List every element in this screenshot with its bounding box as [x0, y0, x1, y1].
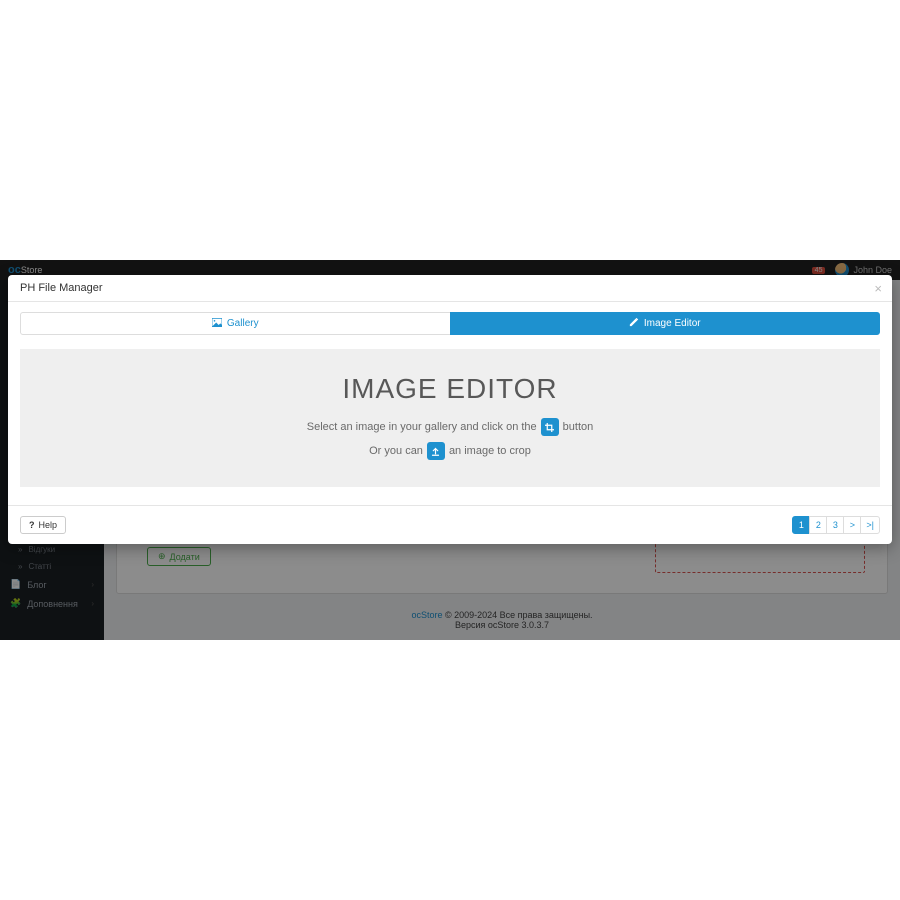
modal-body: Gallery Image Editor IMAGE EDITOR Select…	[8, 301, 892, 487]
crop-button[interactable]	[541, 418, 559, 436]
tab-bar: Gallery Image Editor	[20, 312, 880, 335]
modal-title: PH File Manager	[20, 282, 103, 294]
page-1[interactable]: 1	[792, 516, 810, 534]
upload-icon	[431, 447, 440, 456]
page-3[interactable]: 3	[826, 516, 844, 534]
backdrop: ocStore 45 John Doe »Файли для завантаже…	[0, 260, 900, 640]
edit-icon	[629, 317, 639, 330]
tab-label: Image Editor	[644, 318, 701, 329]
page-next[interactable]: >	[843, 516, 861, 534]
modal-footer: ? Help 1 2 3 > >|	[8, 505, 892, 544]
upload-button[interactable]	[427, 442, 445, 460]
editor-instruction-2: Or you can an image to crop	[369, 442, 531, 460]
close-icon: ×	[874, 281, 882, 296]
editor-heading: IMAGE EDITOR	[342, 373, 557, 405]
page-2[interactable]: 2	[809, 516, 827, 534]
help-button[interactable]: ? Help	[20, 516, 66, 534]
image-icon	[212, 318, 222, 330]
pagination: 1 2 3 > >|	[793, 516, 880, 534]
editor-instruction-1: Select an image in your gallery and clic…	[307, 418, 594, 436]
help-label: Help	[39, 520, 58, 530]
question-icon: ?	[29, 520, 35, 530]
tab-image-editor[interactable]: Image Editor	[450, 312, 881, 335]
tab-gallery[interactable]: Gallery	[20, 312, 451, 335]
tab-label: Gallery	[227, 318, 259, 329]
file-manager-modal: PH File Manager × Gallery Image Editor	[8, 275, 892, 544]
crop-icon	[545, 423, 554, 432]
image-editor-placeholder: IMAGE EDITOR Select an image in your gal…	[20, 349, 880, 487]
page-last[interactable]: >|	[860, 516, 880, 534]
modal-header: PH File Manager ×	[8, 275, 892, 301]
close-button[interactable]: ×	[874, 281, 882, 296]
